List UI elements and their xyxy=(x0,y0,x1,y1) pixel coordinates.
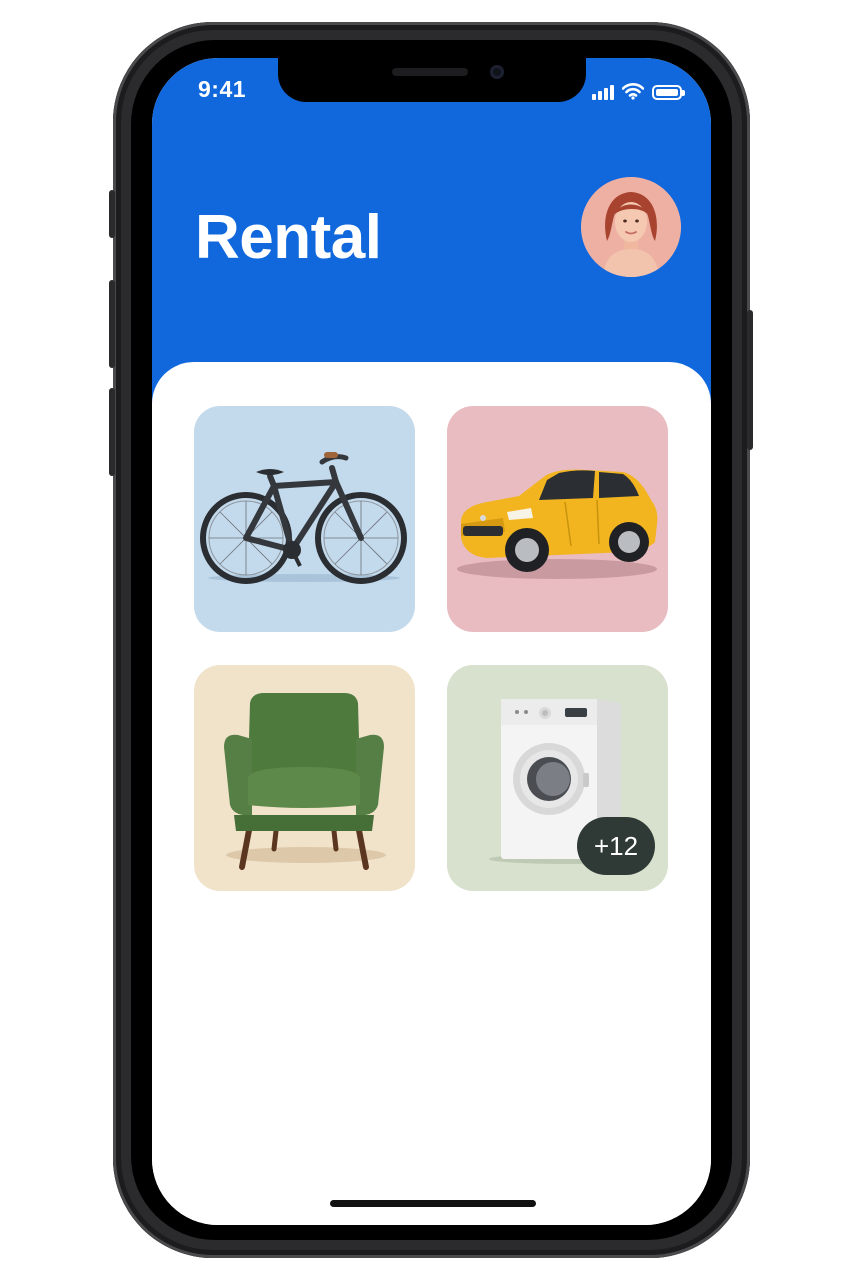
category-tile-washing-machine[interactable]: +12 xyxy=(447,665,668,891)
user-avatar[interactable] xyxy=(581,177,681,277)
volume-down-button xyxy=(109,388,115,476)
app-screen: 9:41 Rental +12 xyxy=(152,58,711,1225)
volume-up-button xyxy=(109,280,115,368)
page-title: Rental xyxy=(195,203,382,272)
earpiece-speaker xyxy=(392,68,468,76)
status-time: 9:41 xyxy=(198,76,247,102)
bicycle-icon xyxy=(200,452,407,584)
more-items-badge[interactable]: +12 xyxy=(577,817,655,875)
front-camera xyxy=(490,65,504,79)
mute-switch xyxy=(109,190,115,238)
status-icons xyxy=(592,80,685,100)
home-indicator[interactable] xyxy=(330,1200,536,1207)
category-tile-car[interactable] xyxy=(447,406,668,632)
armchair-icon xyxy=(224,693,386,870)
wifi-icon xyxy=(622,83,644,100)
car-icon xyxy=(457,469,658,579)
category-tile-armchair[interactable] xyxy=(194,665,415,891)
power-button xyxy=(747,310,753,450)
battery-icon xyxy=(652,85,685,100)
category-tile-bicycle[interactable] xyxy=(194,406,415,632)
notch xyxy=(278,58,586,102)
cellular-signal-icon xyxy=(592,84,614,100)
category-panel: +12 xyxy=(152,362,711,1225)
